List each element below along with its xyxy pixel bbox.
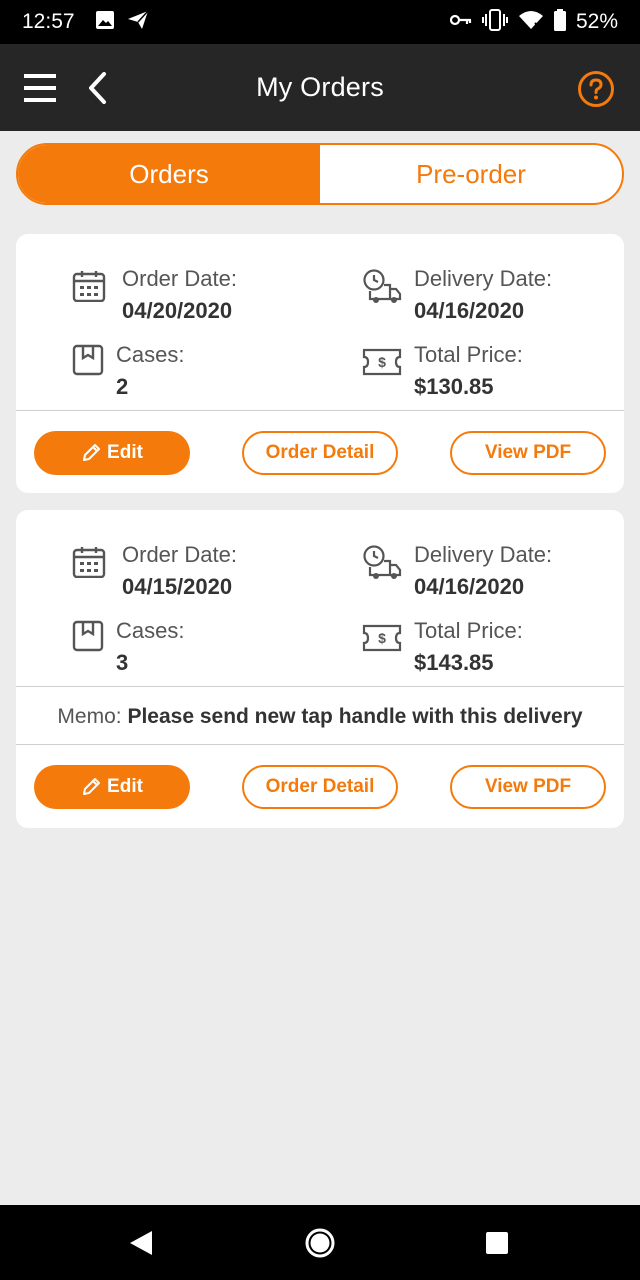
send-icon [127, 9, 149, 35]
edit-button[interactable]: Edit [34, 765, 190, 809]
order-date-value: 04/20/2020 [122, 298, 233, 323]
page-title: My Orders [256, 72, 384, 102]
order-date-label: Order Date: [122, 266, 237, 291]
delivery-date-label: Delivery Date: [414, 542, 553, 567]
order-detail-button[interactable]: Order Detail [242, 431, 398, 475]
tab-orders[interactable]: Orders [18, 145, 320, 203]
app-bar: My Orders [0, 44, 640, 131]
card-divider [16, 410, 624, 411]
edit-button[interactable]: Edit [34, 431, 190, 475]
view-pdf-button[interactable]: View PDF [450, 765, 606, 809]
battery-icon [553, 8, 566, 36]
svg-text:$: $ [378, 630, 386, 646]
order-detail-button[interactable]: Order Detail [242, 765, 398, 809]
question-circle-icon[interactable] [577, 70, 615, 108]
dollar-ticket-icon: $ [362, 348, 402, 381]
vibrate-icon [481, 8, 508, 36]
view-pdf-button[interactable]: View PDF [450, 431, 606, 475]
order-memo: Memo: Please send new tap handle with th… [16, 705, 624, 729]
pencil-icon [81, 777, 101, 797]
key-icon [449, 13, 472, 32]
battery-level: 52% [575, 10, 618, 33]
edit-button-label: Edit [107, 442, 143, 463]
package-box-icon [72, 620, 104, 657]
edit-button-label: Edit [107, 776, 143, 797]
cases-value: 2 [116, 374, 129, 399]
order-card: Order Date: 04/20/2020 Delivery Date: 04… [16, 234, 624, 493]
svg-text:$: $ [378, 354, 386, 370]
cases-label: Cases: [116, 618, 185, 643]
status-time: 12:57 [22, 10, 75, 33]
order-type-tabs: Orders Pre-order [16, 143, 624, 205]
card-divider [16, 744, 624, 745]
wifi-icon [518, 10, 544, 35]
dollar-ticket-icon: $ [362, 624, 402, 657]
status-bar: 12:57 52% [0, 0, 640, 44]
delivery-date-label: Delivery Date: [414, 266, 553, 291]
order-card: Order Date: 04/15/2020 Delivery Date: 04… [16, 510, 624, 828]
tab-pre-order[interactable]: Pre-order [320, 145, 622, 203]
memo-text: Please send new tap handle with this del… [127, 705, 583, 728]
cases-value: 3 [116, 650, 129, 675]
memo-label: Memo: [57, 705, 122, 728]
recents-square-icon[interactable] [485, 1231, 509, 1260]
total-price-label: Total Price: [414, 342, 523, 367]
home-circle-icon[interactable] [304, 1227, 336, 1264]
calendar-icon [72, 270, 106, 307]
cases-label: Cases: [116, 342, 185, 367]
package-box-icon [72, 344, 104, 381]
calendar-icon [72, 546, 106, 583]
total-price-value: $143.85 [414, 650, 494, 675]
card-divider [16, 686, 624, 687]
delivery-date-value: 04/16/2020 [414, 298, 525, 323]
back-triangle-icon[interactable] [128, 1229, 154, 1262]
system-nav-bar [0, 1205, 640, 1280]
delivery-truck-clock-icon [362, 544, 402, 585]
total-price-value: $130.85 [414, 374, 494, 399]
delivery-date-value: 04/16/2020 [414, 574, 525, 599]
pencil-icon [81, 443, 101, 463]
order-date-value: 04/15/2020 [122, 574, 233, 599]
image-icon [95, 10, 115, 35]
order-date-label: Order Date: [122, 542, 237, 567]
total-price-label: Total Price: [414, 618, 523, 643]
delivery-truck-clock-icon [362, 268, 402, 309]
